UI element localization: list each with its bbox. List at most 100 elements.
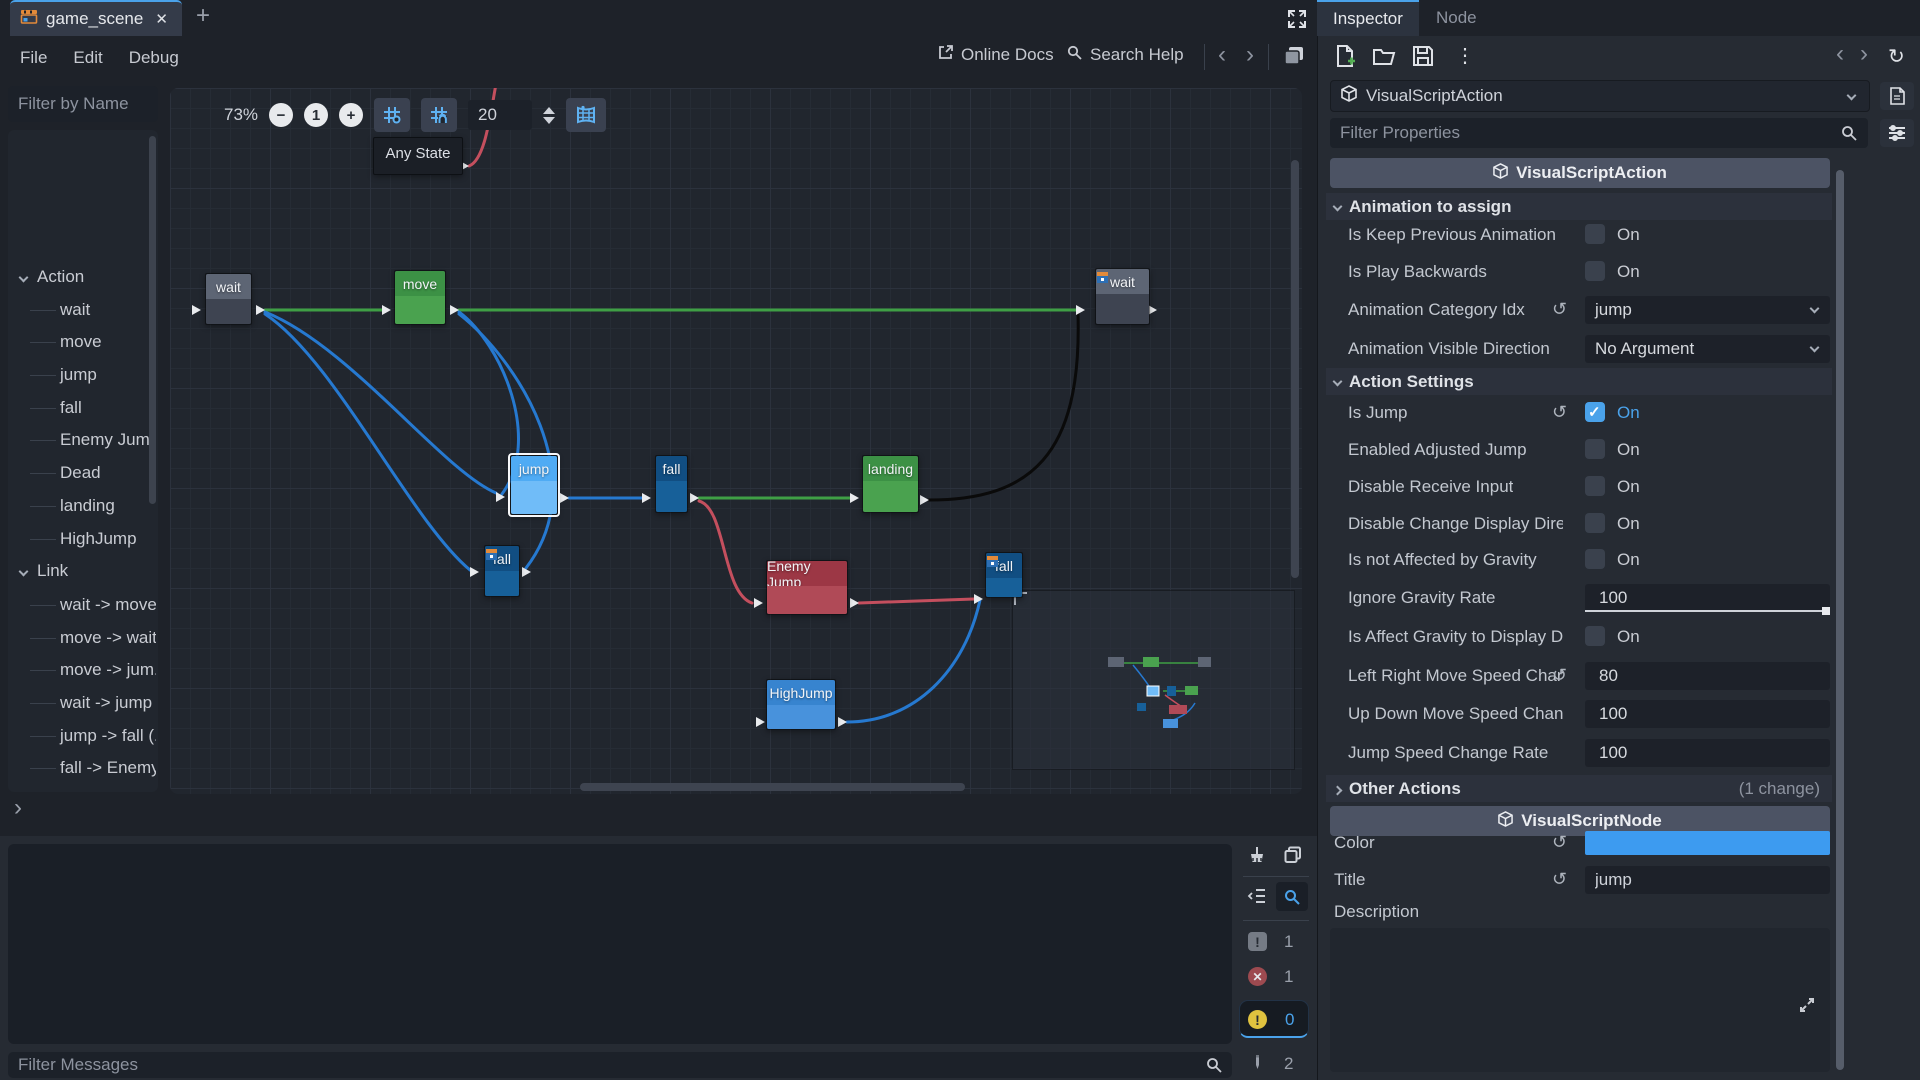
script-panel-icon[interactable] <box>1282 45 1306 72</box>
animation-direction-dropdown[interactable]: No Argument <box>1585 335 1830 363</box>
up-down-move-speed-field[interactable]: 100 <box>1585 700 1830 728</box>
distraction-free-icon[interactable] <box>1286 8 1308 35</box>
search-output-button[interactable] <box>1276 882 1308 911</box>
revert-icon[interactable]: ↺ <box>1552 869 1567 890</box>
minimap-toggle-button[interactable] <box>566 98 606 132</box>
zoom-in-button[interactable]: + <box>339 103 363 127</box>
zoom-reset-button[interactable]: 1 <box>304 103 328 127</box>
snap-node-button[interactable] <box>421 98 457 132</box>
nav-forward-icon[interactable]: › <box>1246 41 1254 69</box>
revert-icon[interactable]: ↺ <box>1552 832 1567 853</box>
history-back-icon[interactable]: ‹ <box>1836 40 1844 68</box>
copy-output-icon[interactable] <box>1283 845 1303 870</box>
tree-item-link-6[interactable]: Enemy Jump ... <box>8 787 156 792</box>
revert-icon[interactable]: ↺ <box>1552 402 1567 423</box>
snap-step-spinner[interactable] <box>543 107 555 124</box>
node-jump[interactable]: jump <box>510 455 558 515</box>
clear-output-icon[interactable] <box>1247 845 1267 870</box>
tree-group-action[interactable]: Action <box>8 263 156 291</box>
messages-filter[interactable]: ! <box>1248 932 1267 951</box>
node-move[interactable]: move <box>394 270 446 325</box>
tab-node[interactable]: Node <box>1420 0 1493 36</box>
description-field[interactable] <box>1330 928 1830 1072</box>
node-landing[interactable]: landing <box>862 455 919 513</box>
zoom-out-button[interactable]: − <box>269 103 293 127</box>
filter-properties-input[interactable] <box>1330 118 1868 148</box>
search-help-button[interactable]: Search Help <box>1066 44 1184 66</box>
tree-item-highjump[interactable]: HighJump <box>8 525 156 553</box>
filter-messages-input[interactable] <box>8 1052 1232 1078</box>
color-swatch[interactable] <box>1585 831 1830 855</box>
save-icon[interactable] <box>1412 45 1434 72</box>
inspector-scrollbar[interactable] <box>1836 170 1844 1070</box>
section-animation-to-assign[interactable]: Animation to assign <box>1326 193 1832 220</box>
tree-item-jump[interactable]: jump <box>8 361 156 389</box>
tree-item-landing[interactable]: landing <box>8 492 156 520</box>
checkbox[interactable] <box>1585 626 1605 646</box>
nav-back-icon[interactable]: ‹ <box>1218 41 1226 69</box>
errors-filter[interactable]: ✕ <box>1248 967 1267 986</box>
tab-game-scene[interactable]: game_scene ✕ <box>10 0 182 36</box>
snap-grid-button[interactable] <box>374 98 410 132</box>
checkbox[interactable] <box>1585 549 1605 569</box>
checkbox[interactable] <box>1585 224 1605 244</box>
load-resource-icon[interactable] <box>1372 46 1396 71</box>
online-docs-button[interactable]: Online Docs <box>937 44 1054 66</box>
new-tab-button[interactable]: + <box>196 2 210 30</box>
title-field[interactable] <box>1585 866 1830 894</box>
left-right-move-speed-field[interactable]: 80 <box>1585 662 1830 690</box>
menu-file[interactable]: File <box>20 48 47 68</box>
menu-edit[interactable]: Edit <box>73 48 102 68</box>
tree-item-link-4[interactable]: jump -> fall (... <box>8 722 156 750</box>
tab-inspector[interactable]: Inspector <box>1317 0 1419 36</box>
checkbox[interactable] <box>1585 476 1605 496</box>
tree-item-link-5[interactable]: fall -> Enemy ... <box>8 754 156 782</box>
node-fall-left[interactable]: fall <box>484 545 520 597</box>
jump-speed-change-rate-field[interactable]: 100 <box>1585 739 1830 767</box>
node-enemy-jump[interactable]: Enemy Jump <box>766 560 848 615</box>
tree-item-link-0[interactable]: wait -> move ... <box>8 591 156 619</box>
output-log[interactable] <box>8 844 1232 1044</box>
graph-canvas[interactable]: 73% − 1 + Any State wait move wait <box>170 88 1302 794</box>
tree-item-fall[interactable]: fall <box>8 394 156 422</box>
checkbox-checked[interactable] <box>1585 402 1605 422</box>
section-other-actions[interactable]: Other Actions (1 change) <box>1326 775 1832 802</box>
object-selector-dropdown[interactable]: VisualScriptAction <box>1330 80 1870 112</box>
tab-close-icon[interactable]: ✕ <box>155 10 168 28</box>
section-action-settings[interactable]: Action Settings <box>1326 368 1832 395</box>
tree-group-link[interactable]: Link <box>8 557 156 585</box>
slider-grabber[interactable] <box>1822 607 1830 615</box>
canvas-vscrollbar[interactable] <box>1291 160 1299 578</box>
tree-item-link-1[interactable]: move -> wait ... <box>8 624 156 652</box>
ignore-gravity-rate-field[interactable]: 100 <box>1585 584 1830 612</box>
snap-step-input[interactable] <box>468 100 532 130</box>
checkbox[interactable] <box>1585 439 1605 459</box>
node-wait-left[interactable]: wait <box>205 273 252 325</box>
canvas-hscrollbar[interactable] <box>580 783 965 791</box>
animation-category-dropdown[interactable]: jump <box>1585 296 1830 324</box>
node-wait-right[interactable]: wait <box>1095 268 1150 325</box>
sidebar-collapse-arrow[interactable]: › <box>14 794 22 822</box>
filter-by-name-input[interactable] <box>8 86 158 122</box>
tree-item-link-2[interactable]: move -> jum... <box>8 656 156 684</box>
checkbox[interactable] <box>1585 513 1605 533</box>
new-resource-icon[interactable] <box>1334 44 1356 73</box>
description-expand-icon[interactable] <box>1798 996 1816 1019</box>
tree-item-move[interactable]: move <box>8 328 156 356</box>
tree-item-wait[interactable]: wait <box>8 296 156 324</box>
open-docs-button[interactable] <box>1880 82 1914 110</box>
node-fall-right[interactable]: fall <box>985 552 1023 598</box>
tree-item-dead[interactable]: Dead <box>8 459 156 487</box>
object-history-icon[interactable]: ↻ <box>1888 44 1905 69</box>
revert-icon[interactable]: ↺ <box>1552 299 1567 320</box>
graph-ports[interactable] <box>192 161 1157 727</box>
node-highjump[interactable]: HighJump <box>766 679 836 730</box>
checkbox[interactable] <box>1585 261 1605 281</box>
inspector-menu-kebab-icon[interactable]: ⋮ <box>1455 43 1475 68</box>
node-any-state[interactable]: Any State <box>373 137 463 175</box>
collapse-all-icon[interactable] <box>1247 886 1267 911</box>
tree-item-enemy-jump[interactable]: Enemy Jump <box>8 426 156 454</box>
edit-log-icon[interactable] <box>1249 1054 1266 1076</box>
revert-icon[interactable]: ↺ <box>1552 665 1567 686</box>
menu-debug[interactable]: Debug <box>129 48 179 68</box>
